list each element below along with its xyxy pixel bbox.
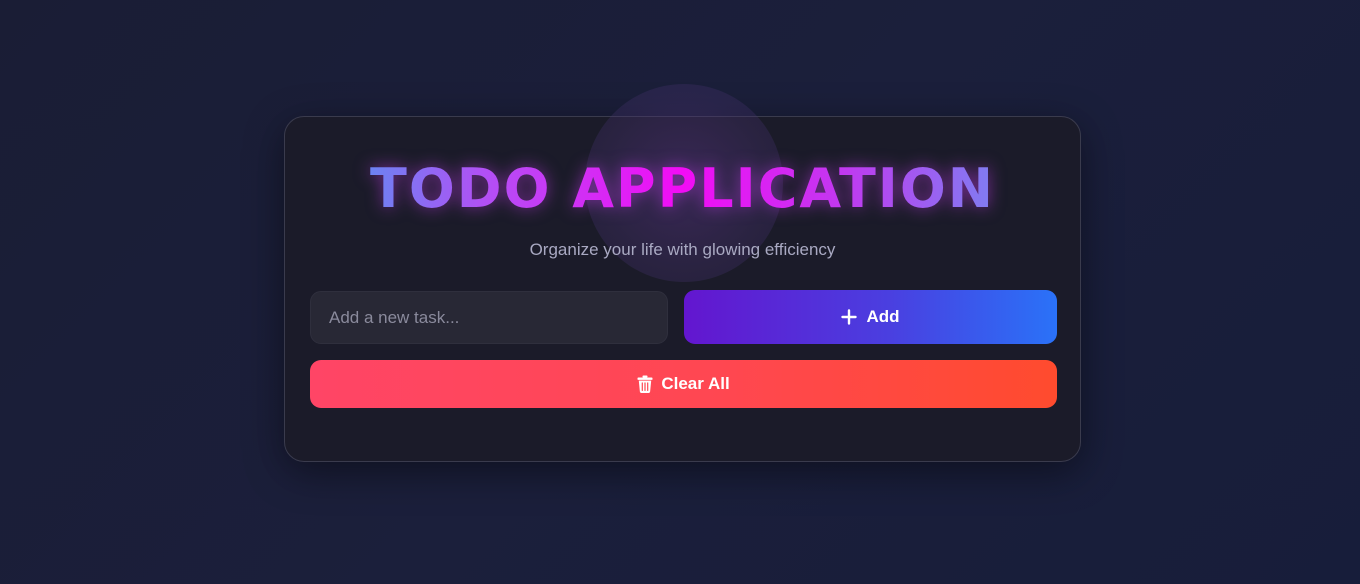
add-task-button[interactable]: Add bbox=[684, 290, 1057, 344]
trash-icon bbox=[637, 375, 653, 393]
new-task-input[interactable] bbox=[310, 291, 668, 344]
todo-card: TODO APPLICATION Organize your life with… bbox=[284, 84, 1081, 462]
clear-all-label: Clear All bbox=[661, 374, 730, 393]
page-title: TODO APPLICATION bbox=[285, 157, 1080, 221]
clear-all-button[interactable]: Clear All bbox=[310, 360, 1057, 408]
add-task-label: Add bbox=[866, 307, 900, 326]
plus-icon bbox=[841, 309, 858, 325]
page-subtitle: Organize your life with glowing efficien… bbox=[529, 240, 836, 259]
